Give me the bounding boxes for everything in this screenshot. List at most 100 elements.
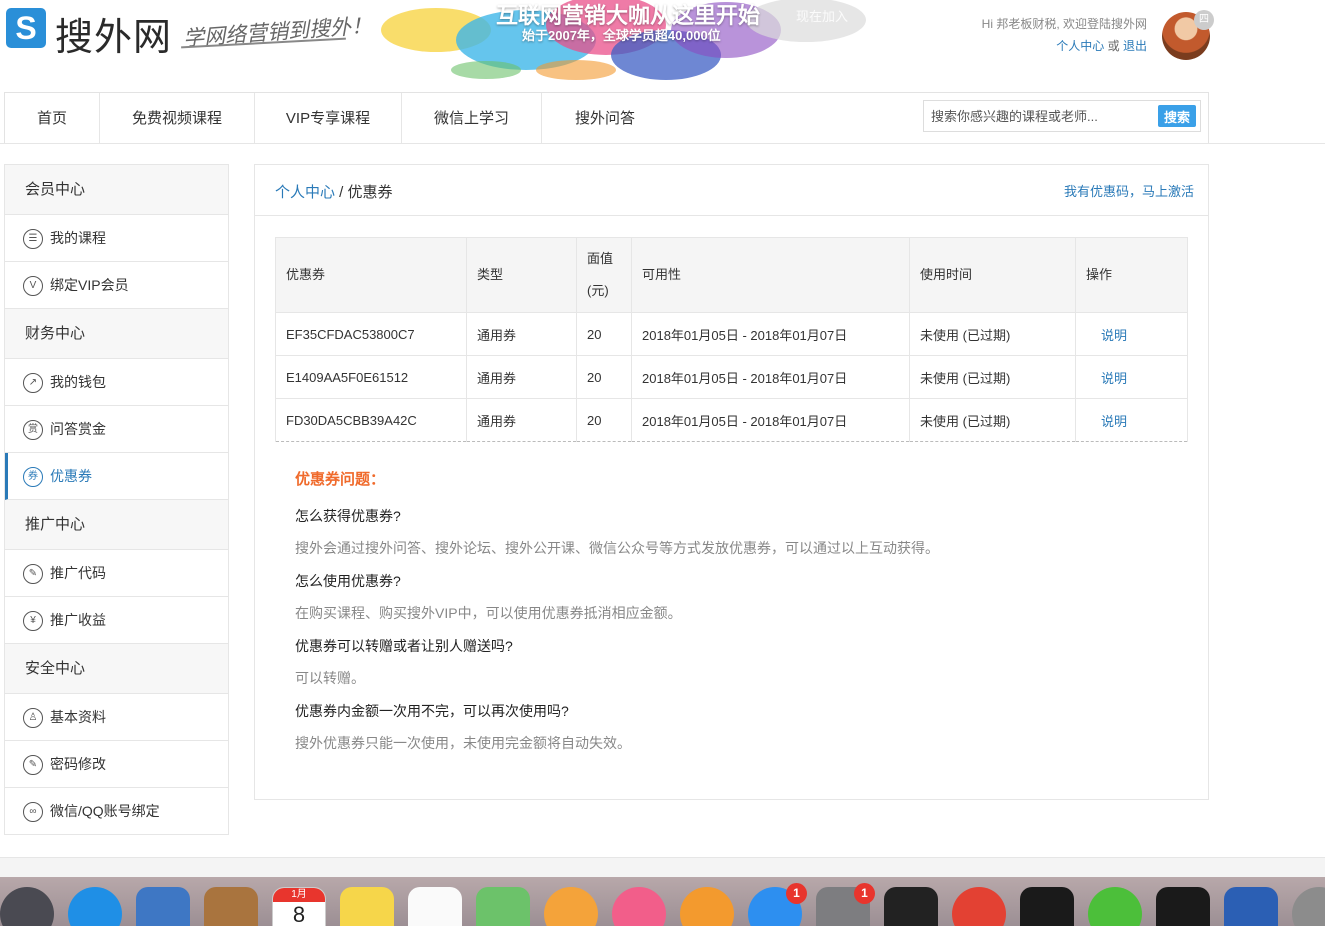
breadcrumb-current: 优惠券 <box>347 184 393 201</box>
avatar-badge: 四 <box>1194 10 1214 30</box>
logo-text[interactable]: 搜外网 <box>55 6 172 61</box>
sidebar-item-label: 基本资料 <box>50 709 106 725</box>
contacts-icon[interactable] <box>204 887 258 926</box>
user-center-link[interactable]: 个人中心 <box>1056 39 1104 53</box>
sidebar-item-label: 我的课程 <box>50 230 106 246</box>
nav-item-home[interactable]: 首页 <box>5 93 100 144</box>
qq-icon-2[interactable] <box>1156 887 1210 926</box>
faq-question: 怎么使用优惠券? <box>295 573 401 589</box>
vip-icon: V <box>23 276 43 296</box>
banner-join-link[interactable]: 现在加入 <box>796 6 848 25</box>
faq-title: 优惠券问题： <box>295 471 386 488</box>
reminders-icon[interactable] <box>408 887 462 926</box>
logo-icon[interactable]: S <box>6 8 46 48</box>
calendar-day: 8 <box>292 902 306 926</box>
itunes-icon[interactable] <box>612 887 666 926</box>
photos-icon[interactable] <box>544 887 598 926</box>
macos-dock: 1月 8 1 1 <box>0 877 1325 926</box>
sidebar-item-label: 推广代码 <box>50 565 106 581</box>
breadcrumb: 个人中心 / 优惠券 <box>275 181 393 202</box>
sidebar-item-label: 优惠券 <box>50 468 92 484</box>
or-text: 或 <box>1107 39 1120 53</box>
cell-value: 20 <box>576 312 632 356</box>
sidebar-item-3-1[interactable]: ✎ 密码修改 <box>5 741 228 788</box>
calendar-month: 1月 <box>273 888 325 902</box>
cell-availability: 2018年01月05日 - 2018年01月07日 <box>631 355 910 399</box>
sidebar-item-0-0[interactable]: ☰ 我的课程 <box>5 215 228 262</box>
breadcrumb-user-center[interactable]: 个人中心 <box>275 184 335 201</box>
disk-utility-icon[interactable] <box>1292 887 1325 926</box>
ibooks-icon[interactable] <box>680 887 734 926</box>
launchpad-icon[interactable] <box>0 887 54 926</box>
nav-item-qa[interactable]: 搜外问答 <box>542 93 668 144</box>
sidebar-item-3-0[interactable]: ♙ 基本资料 <box>5 694 228 741</box>
cell-value: 20 <box>576 398 632 442</box>
cell-type: 通用券 <box>466 312 577 356</box>
nav-item-free-courses[interactable]: 免费视频课程 <box>100 93 255 144</box>
calendar-icon[interactable]: 1月 8 <box>272 887 326 926</box>
site-header: S 搜外网 学网络营销到搜外！ 互联网营销大咖从这里开始 始于2007年，全球学… <box>0 0 1325 88</box>
cell-type: 通用券 <box>466 398 577 442</box>
sidebar-group-2: 推广中心 <box>5 500 228 550</box>
sidebar-item-0-1[interactable]: V 绑定VIP会员 <box>5 262 228 309</box>
faq-answer: 可以转赠。 <box>295 670 365 686</box>
sidebar-item-3-2[interactable]: ∞ 微信/QQ账号绑定 <box>5 788 228 835</box>
coupon-icon: 券 <box>23 467 43 487</box>
col-value-line2: (元) <box>587 283 609 298</box>
table-header-row: 优惠券 类型 面值 (元) 可用性 使用时间 操作 <box>275 237 1188 313</box>
wechat-icon[interactable] <box>1088 887 1142 926</box>
cell-action[interactable]: 说明 <box>1075 312 1188 356</box>
search-button[interactable]: 搜索 <box>1158 105 1196 127</box>
user-icon: ♙ <box>23 708 43 728</box>
cell-type: 通用券 <box>466 355 577 399</box>
sidebar: 会员中心 ☰ 我的课程 V 绑定VIP会员 财务中心 ↗ 我的钱包赏问答赏金券优惠券 推广中心 ✎… <box>4 164 229 835</box>
breadcrumb-separator: / <box>335 184 348 201</box>
banner-subtitle: 始于2007年，全球学员超40,000位 <box>522 28 721 43</box>
faq-question: 怎么获得优惠券? <box>295 508 401 524</box>
sidebar-item-1-1[interactable]: 赏问答赏金 <box>5 406 228 453</box>
search-input[interactable] <box>924 101 1154 131</box>
cell-availability: 2018年01月05日 - 2018年01月07日 <box>631 398 910 442</box>
cell-availability: 2018年01月05日 - 2018年01月07日 <box>631 312 910 356</box>
notes-icon[interactable] <box>340 887 394 926</box>
cell-code: E1409AA5F0E61512 <box>275 355 467 399</box>
sidebar-item-2-1[interactable]: ¥ 推广收益 <box>5 597 228 644</box>
cell-code: FD30DA5CBB39A42C <box>275 398 467 442</box>
sidebar-group-3: 安全中心 <box>5 644 228 694</box>
header-divider <box>0 143 1325 144</box>
col-value: 面值 (元) <box>576 237 632 313</box>
nav-item-vip-courses[interactable]: VIP专享课程 <box>255 93 402 144</box>
col-value-line1: 面值 <box>587 251 614 266</box>
sidebar-item-2-0[interactable]: ✎ 推广代码 <box>5 550 228 597</box>
terminal-icon[interactable] <box>884 887 938 926</box>
sidebar-item-1-0[interactable]: ↗ 我的钱包 <box>5 359 228 406</box>
table-row: E1409AA5F0E61512 通用券 20 2018年01月05日 - 2018年… <box>275 355 1188 399</box>
cell-usage: 未使用 (已过期) <box>909 398 1076 442</box>
word-icon[interactable] <box>1224 887 1278 926</box>
safari-icon[interactable] <box>68 887 122 926</box>
qq-icon[interactable] <box>1020 887 1074 926</box>
maps-icon[interactable] <box>476 887 530 926</box>
nav-item-wechat-learning[interactable]: 微信上学习 <box>402 93 542 144</box>
yen-icon: ¥ <box>23 611 43 631</box>
faq-answer: 在购买课程、购买搜外VIP中，可以使用优惠券抵消相应金额。 <box>295 605 682 621</box>
sidebar-item-label: 绑定VIP会员 <box>50 277 129 293</box>
cell-action[interactable]: 说明 <box>1075 355 1188 399</box>
cell-action[interactable]: 说明 <box>1075 398 1188 442</box>
cell-code: EF35CFDAC53800C7 <box>275 312 467 356</box>
sidebar-item-1-2[interactable]: 券优惠券 <box>5 453 228 500</box>
table-row: FD30DA5CBB39A42C 通用券 20 2018年01月05日 - 2018年… <box>275 398 1188 442</box>
sidebar-item-label: 问答赏金 <box>50 421 106 437</box>
table-row: EF35CFDAC53800C7 通用券 20 2018年01月05日 - 2018年… <box>275 312 1188 356</box>
col-usage-time: 使用时间 <box>909 237 1076 313</box>
coupon-panel: 个人中心 / 优惠券 我有优惠码，马上激活 优惠券 类型 面值 (元) 可用性 使… <box>254 164 1209 800</box>
page-root: S 搜外网 学网络营销到搜外！ 互联网营销大咖从这里开始 始于2007年，全球学… <box>0 0 1325 926</box>
page-footer-strip <box>0 857 1325 877</box>
search-box: 搜索 <box>923 100 1201 132</box>
cell-usage: 未使用 (已过期) <box>909 312 1076 356</box>
promo-banner[interactable]: 互联网营销大咖从这里开始 始于2007年，全球学员超40,000位 现在加入 <box>376 0 906 86</box>
chrome-icon[interactable] <box>952 887 1006 926</box>
activate-coupon-link[interactable]: 我有优惠码，马上激活 <box>1064 181 1194 200</box>
mail-stamp-icon[interactable] <box>136 887 190 926</box>
logout-link[interactable]: 退出 <box>1123 39 1147 53</box>
